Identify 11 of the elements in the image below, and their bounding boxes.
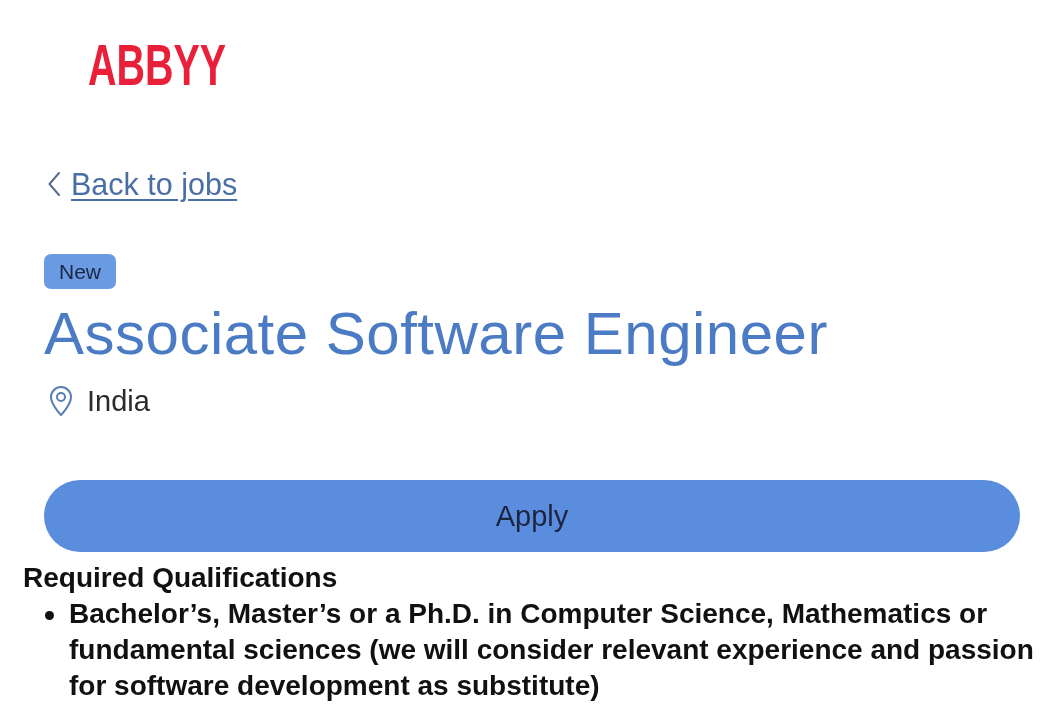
company-logo: ABBYY <box>88 36 227 94</box>
apply-button[interactable]: Apply <box>44 480 1020 552</box>
bullet-icon <box>45 611 54 620</box>
location-pin-icon <box>49 386 73 416</box>
chevron-left-icon <box>48 172 60 196</box>
section-heading: Required Qualifications <box>23 562 339 594</box>
job-title: Associate Software Engineer <box>44 301 828 367</box>
new-badge: New <box>44 254 116 289</box>
job-location: India <box>87 384 150 419</box>
back-link[interactable]: Back to jobs <box>48 166 238 202</box>
qualification-text: Bachelor’s, Master’s or a Ph.D. in Computer Science, Mathematics or fundamental sciences (we will consider relevant experience and passion for software development as substitute) <box>69 597 1035 703</box>
